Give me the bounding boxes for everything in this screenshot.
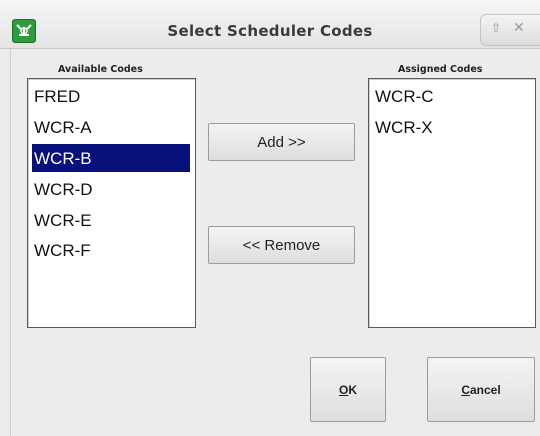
arrow-up-icon[interactable]: ⇧ [491,21,501,35]
assigned-codes-list[interactable]: WCR-C WCR-X [368,78,536,328]
ok-mnemonic: O [338,383,349,397]
window-controls: ⇧ ✕ [480,14,540,46]
available-codes-heading: Available Codes [58,64,143,75]
close-icon[interactable]: ✕ [513,20,525,36]
list-item[interactable]: WCR-A [32,113,190,141]
list-item[interactable]: WCR-F [32,236,190,264]
list-item[interactable]: FRED [32,82,190,110]
assigned-codes-heading: Assigned Codes [398,64,483,75]
title-bar[interactable]: Select Scheduler Codes ⇧ ✕ [0,0,540,49]
available-codes-list[interactable]: FRED WCR-A WCR-B WCR-D WCR-E WCR-F [27,78,196,328]
list-item[interactable]: WCR-D [32,175,190,203]
dialog-border [10,49,11,436]
list-item-selected[interactable]: WCR-B [32,144,190,172]
remove-button[interactable]: << Remove [208,226,355,264]
add-button[interactable]: Add >> [208,123,355,161]
ok-button[interactable]: OK [310,357,386,422]
cancel-button[interactable]: Cancel [427,357,535,422]
window-title: Select Scheduler Codes [167,22,373,40]
list-item[interactable]: WCR-X [373,113,531,141]
list-item[interactable]: WCR-C [373,82,531,110]
app-logo-icon[interactable] [12,19,36,43]
cancel-label: ancel [469,383,501,397]
ok-label: K [348,383,357,397]
cancel-mnemonic: C [461,383,470,397]
list-item[interactable]: WCR-E [32,206,190,234]
